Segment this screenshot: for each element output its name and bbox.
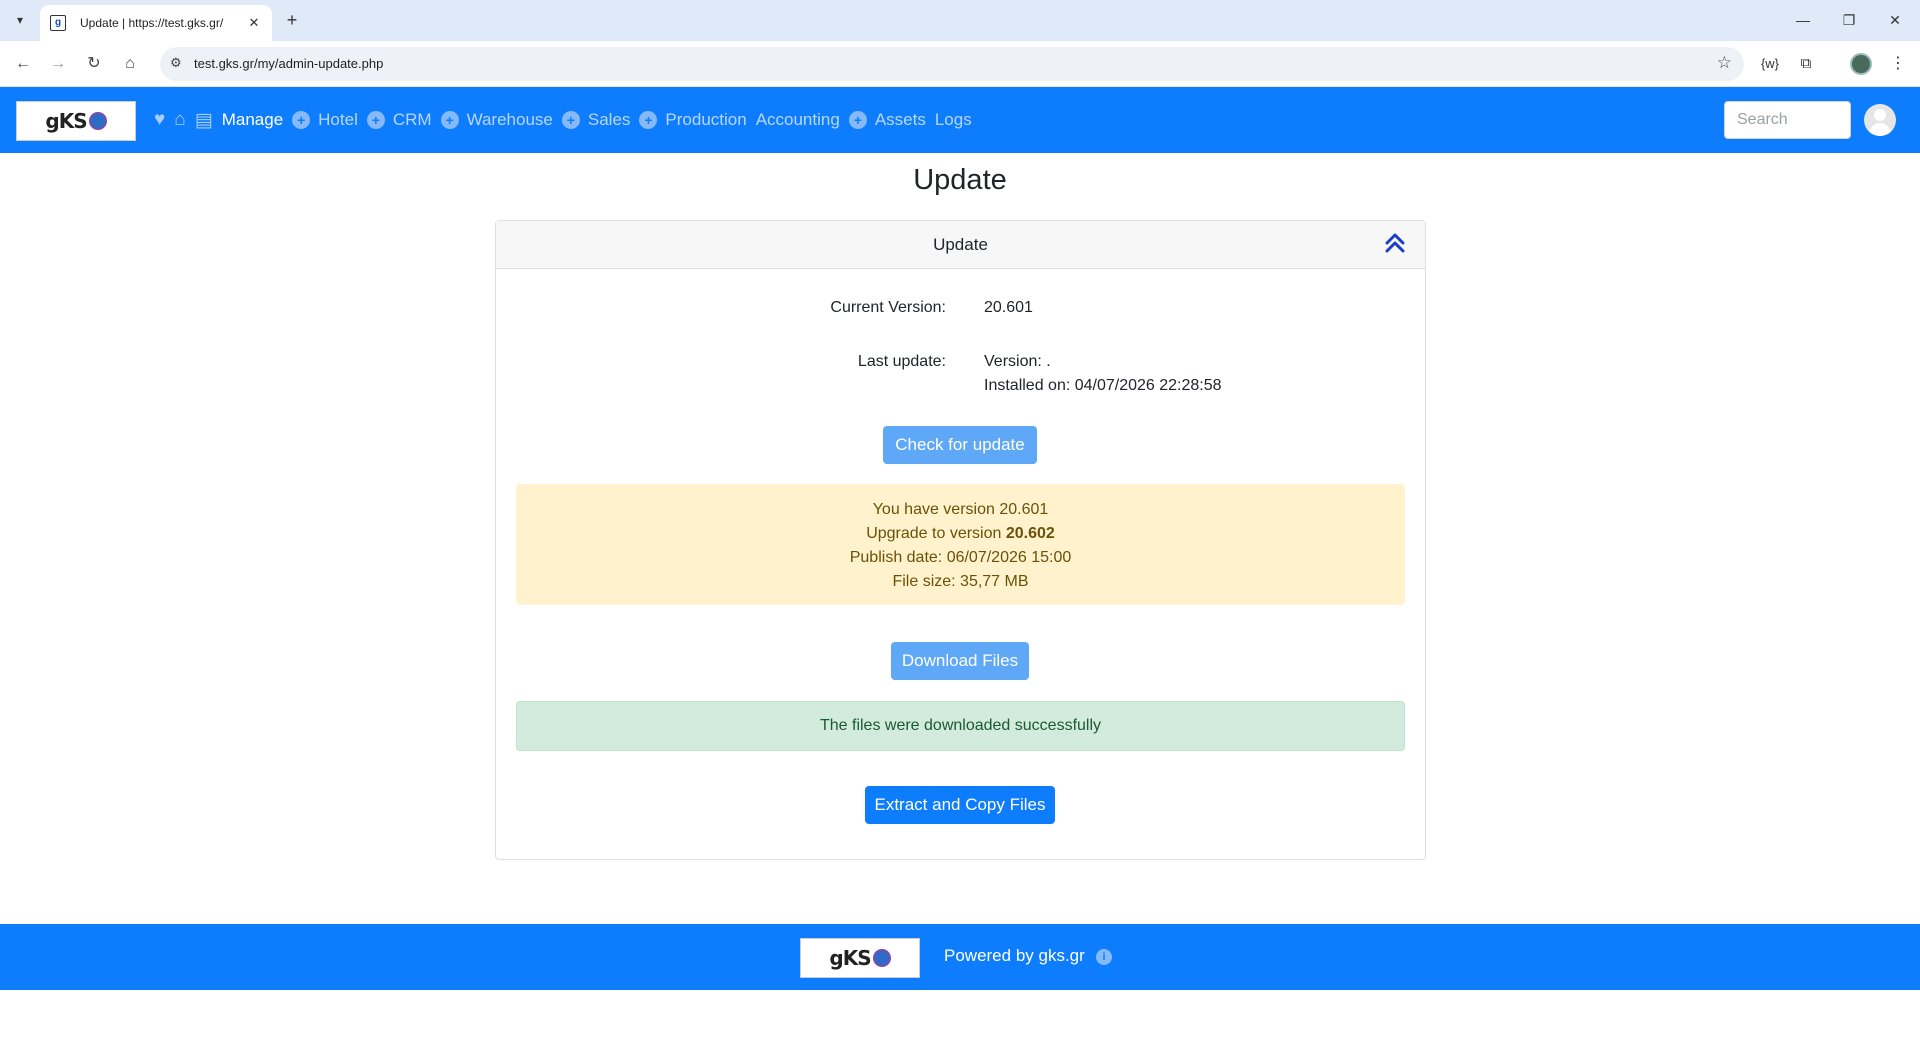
last-update-label: Last update: [857, 353, 946, 370]
upgrade-version-text: Upgrade to version 20.602 [866, 525, 1055, 542]
last-update-installed: Installed on: 04/07/2026 22:28:58 [984, 377, 1222, 394]
restore-icon[interactable]: ❐ [1826, 6, 1872, 34]
star-icon[interactable]: ☆ [1717, 53, 1732, 73]
arrow-right-icon[interactable]: → [45, 52, 71, 76]
nav-item-crm[interactable]: CRM [393, 110, 432, 130]
nav-item-production[interactable]: Production [665, 110, 746, 130]
footer-logo[interactable]: gKS [800, 938, 920, 978]
powered-by-link[interactable]: Powered by gks.gr [944, 946, 1085, 966]
nav-item-hotel[interactable]: Hotel [318, 110, 358, 130]
card-title: Update [933, 235, 988, 254]
update-card: Update Current Version: 20.601 Last upda… [495, 220, 1426, 860]
nav-item-sales[interactable]: Sales [588, 110, 631, 130]
window-close-icon[interactable]: ✕ [1872, 6, 1918, 34]
nav-item-assets[interactable]: Assets [875, 110, 926, 130]
app-footer: gKS Powered by gks.gr i [0, 924, 1920, 990]
plus-icon[interactable]: + [366, 111, 385, 129]
new-version-number: 20.602 [1005, 525, 1055, 542]
address-bar[interactable]: ⚙ test.gks.gr/my/admin-update.php ☆ [160, 47, 1744, 81]
download-success-alert: The files were downloaded successfully [516, 701, 1405, 751]
update-available-alert: You have version 20.601 Upgrade to versi… [516, 484, 1405, 605]
nav-item-accounting[interactable]: Accounting [756, 110, 840, 130]
installed-version-text: You have version 20.601 [872, 501, 1049, 518]
extension-w-icon[interactable]: {w} [1758, 53, 1782, 75]
home-icon[interactable]: ⌂ [174, 109, 185, 131]
browser-tab[interactable]: g Update | https://test.gks.gr/ ✕ [40, 5, 272, 41]
plus-icon[interactable]: + [440, 111, 459, 129]
browser-toolbar: ← → ↻ ⌂ ⚙ test.gks.gr/my/admin-update.ph… [0, 41, 1920, 87]
search-input[interactable] [1724, 101, 1851, 139]
file-size-text: File size: 35,77 MB [892, 573, 1029, 590]
extract-and-copy-files-button[interactable]: Extract and Copy Files [865, 786, 1055, 824]
user-avatar-icon[interactable] [1864, 104, 1896, 136]
publish-date-text: Publish date: 06/07/2026 15:00 [849, 549, 1072, 566]
page-title: Update [913, 164, 1007, 196]
kebab-menu-icon[interactable]: ⋮ [1886, 53, 1910, 75]
nav-menu: ♥ ⌂ ▤ Manage + Hotel + CRM + Warehouse +… [154, 87, 981, 153]
home-icon[interactable]: ⌂ [117, 52, 143, 76]
current-version-label: Current Version: [830, 299, 946, 316]
nav-item-warehouse[interactable]: Warehouse [467, 110, 553, 130]
gks-logo[interactable]: gKS [16, 101, 136, 141]
document-icon[interactable]: ▤ [195, 109, 213, 132]
download-files-button[interactable]: Download Files [891, 642, 1029, 680]
tune-icon[interactable]: ⚙ [170, 55, 182, 71]
app-navbar: gKS ♥ ⌂ ▤ Manage + Hotel + CRM + Warehou… [0, 87, 1920, 153]
plus-icon[interactable]: + [639, 111, 658, 129]
puzzle-icon[interactable]: ⧉ [1794, 53, 1818, 75]
plus-icon[interactable]: + [292, 111, 311, 129]
current-version-value: 20.601 [984, 299, 1033, 316]
logo-mark-icon [88, 112, 107, 130]
info-icon[interactable]: i [1096, 949, 1112, 965]
check-for-update-button[interactable]: Check for update [883, 426, 1037, 464]
nav-item-manage[interactable]: Manage [222, 110, 283, 130]
nav-item-logs[interactable]: Logs [935, 110, 972, 130]
tab-title: Update | https://test.gks.gr/ [80, 16, 224, 30]
profile-avatar-icon[interactable] [1850, 53, 1872, 75]
logo-text: gKS [45, 109, 87, 133]
url-text[interactable]: test.gks.gr/my/admin-update.php [194, 56, 383, 71]
minimize-icon[interactable]: — [1780, 6, 1826, 34]
double-chevron-up-icon[interactable] [1383, 231, 1407, 255]
card-header[interactable]: Update [496, 221, 1425, 269]
browser-tab-bar: ▾ g Update | https://test.gks.gr/ ✕ + — … [0, 0, 1920, 41]
plus-icon[interactable]: + [848, 111, 867, 129]
close-icon[interactable]: ✕ [246, 15, 262, 31]
site-favicon: g [50, 15, 66, 31]
reload-icon[interactable]: ↻ [81, 52, 107, 76]
last-update-version: Version: . [984, 353, 1051, 370]
chevron-down-icon[interactable]: ▾ [8, 8, 32, 32]
logo-text: gKS [829, 946, 871, 970]
logo-mark-icon [872, 949, 891, 967]
heart-icon[interactable]: ♥ [154, 109, 165, 131]
plus-icon[interactable]: + [280, 8, 304, 32]
arrow-left-icon[interactable]: ← [10, 52, 36, 76]
plus-icon[interactable]: + [561, 111, 580, 129]
